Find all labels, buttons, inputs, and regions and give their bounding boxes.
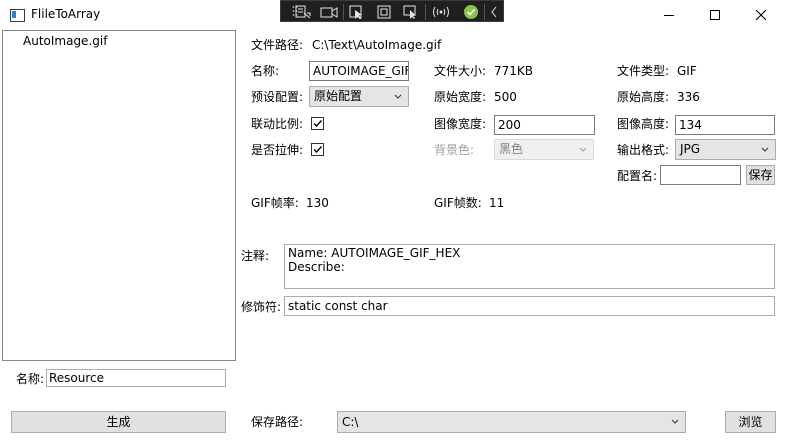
- close-button[interactable]: [738, 0, 784, 30]
- checkmark-icon: [313, 146, 323, 154]
- close-icon: [755, 9, 767, 21]
- filesize-value: 771KB: [494, 64, 534, 78]
- stretch-label: 是否拉伸:: [251, 143, 304, 157]
- file-list[interactable]: AutoImage.gif: [2, 30, 236, 361]
- orig-width-value: 500: [494, 90, 517, 104]
- config-name-field[interactable]: [660, 165, 741, 185]
- file-name-label: AutoImage.gif: [23, 34, 108, 48]
- orig-height-value: 336: [677, 90, 700, 104]
- record-icon[interactable]: [319, 3, 339, 21]
- checkmark-icon: [313, 120, 323, 128]
- gif-rate-label: GIF帧率:: [251, 196, 299, 210]
- gif-rate-value: 130: [306, 196, 329, 210]
- maximize-icon: [710, 10, 720, 20]
- minimize-button[interactable]: [646, 0, 692, 30]
- chevron-down-icon: [761, 140, 769, 159]
- output-format-dropdown[interactable]: JPG: [675, 139, 776, 160]
- gif-frames-label: GIF帧数:: [434, 196, 482, 210]
- output-label: 输出格式:: [617, 143, 670, 157]
- modifier-label: 修饰符:: [241, 300, 282, 314]
- bg-dropdown[interactable]: 黑色: [494, 139, 594, 160]
- generate-button[interactable]: 生成: [11, 411, 226, 433]
- chevron-down-icon: [579, 140, 587, 159]
- save-config-button[interactable]: 保存: [746, 165, 775, 185]
- chevron-down-icon: [394, 87, 402, 106]
- live-visual-tree-icon[interactable]: [293, 3, 313, 21]
- link-ratio-label: 联动比例:: [251, 117, 304, 131]
- orig-height-label: 原始高度:: [617, 90, 670, 104]
- img-width-label: 图像宽度:: [434, 117, 487, 131]
- hot-reload-icon[interactable]: [431, 3, 451, 21]
- name-label: 名称:: [251, 64, 280, 78]
- config-name-label: 配置名:: [617, 169, 658, 183]
- maximize-button[interactable]: [692, 0, 738, 30]
- link-ratio-checkbox[interactable]: [311, 117, 324, 130]
- comment-textarea[interactable]: Name: AUTOIMAGE_GIF_HEX Describe:: [284, 244, 775, 289]
- comment-line-1: Name: AUTOIMAGE_GIF_HEX: [288, 246, 461, 260]
- path-label: 文件路径:: [251, 38, 304, 52]
- img-width-field[interactable]: 200: [494, 115, 595, 135]
- colon-text: :: [40, 372, 45, 386]
- comment-label: 注释:: [241, 249, 270, 263]
- preset-label: 预设配置:: [251, 90, 304, 104]
- path-value: C:\Text\AutoImage.gif: [312, 38, 442, 52]
- display-layout-adorners-icon[interactable]: [375, 3, 395, 21]
- orig-width-label: 原始宽度:: [434, 90, 487, 104]
- preset-dropdown[interactable]: 原始配置: [309, 86, 409, 107]
- app-icon: [10, 9, 25, 22]
- modifier-field[interactable]: static const char: [284, 296, 775, 316]
- gif-frames-value: 11: [489, 196, 505, 210]
- save-path-value: C:\: [342, 415, 359, 429]
- collapse-chevron-icon[interactable]: [487, 3, 501, 21]
- img-height-field[interactable]: 134: [675, 115, 775, 135]
- list-item[interactable]: AutoImage.gif: [3, 32, 235, 50]
- comment-line-2: Describe:: [288, 260, 345, 274]
- chevron-down-icon: [671, 412, 679, 432]
- resource-name-field[interactable]: Resource: [46, 369, 226, 387]
- track-focus-icon[interactable]: [401, 3, 421, 21]
- preset-value: 原始配置: [314, 89, 363, 103]
- binding-check-icon[interactable]: [461, 3, 481, 21]
- debug-toolbar: [280, 0, 504, 22]
- output-value: JPG: [680, 142, 701, 156]
- bg-label: 背景色:: [434, 143, 475, 157]
- bg-value: 黑色: [499, 142, 524, 156]
- browse-button[interactable]: 浏览: [725, 411, 776, 433]
- filetype-value: GIF: [677, 64, 697, 78]
- filetype-label: 文件类型:: [617, 64, 670, 78]
- select-element-icon[interactable]: [347, 3, 367, 21]
- name-field[interactable]: AUTOIMAGE_GIF: [309, 61, 409, 81]
- minimize-icon: [664, 15, 674, 16]
- stretch-checkbox[interactable]: [311, 143, 324, 156]
- resource-name-label: 名称: [16, 372, 41, 386]
- window-title: FlileToArray: [31, 7, 101, 21]
- filesize-label: 文件大小:: [434, 64, 487, 78]
- img-height-label: 图像高度:: [617, 117, 670, 131]
- save-path-label: 保存路径:: [251, 415, 304, 429]
- save-path-dropdown[interactable]: C:\: [337, 411, 686, 433]
